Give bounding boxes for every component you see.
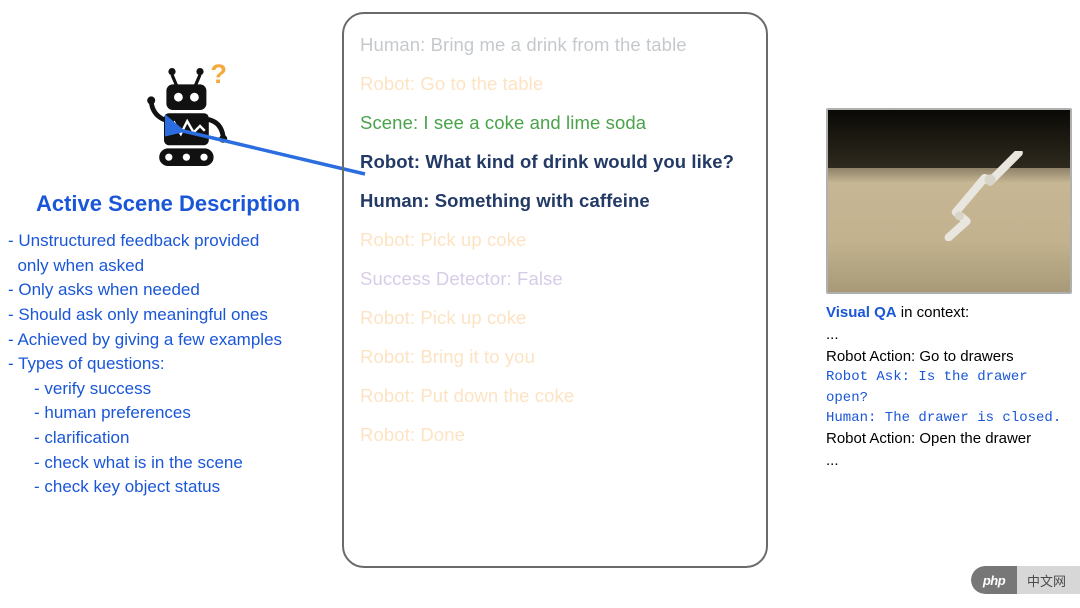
bullet-list: - Unstructured feedback provided only wh… [8,229,328,500]
sub-1: - verify success [8,377,328,402]
line-robot-putdown: Robot: Put down the coke [360,385,750,407]
line-robot-pickup2: Robot: Pick up coke [360,307,750,329]
bullet-5: - Types of questions: [8,352,328,377]
bullet-1a: - Unstructured feedback provided [8,229,328,254]
robot-ask: Robot Ask: Is the drawer open? [826,367,1074,408]
line-robot-bring: Robot: Bring it to you [360,346,750,368]
robot-arm-icon [936,151,1026,241]
robot-action-1: Robot Action: Go to drawers [826,346,1074,368]
scene-photo [826,108,1072,294]
line-human-request: Human: Bring me a drink from the table [360,34,750,56]
dialog-panel: Human: Bring me a drink from the table R… [342,12,768,568]
sub-2: - human preferences [8,401,328,426]
sub-3: - clarification [8,426,328,451]
sub-5: - check key object status [8,475,328,500]
sub-4: - check what is in the scene [8,451,328,476]
php-logo: php [971,566,1017,594]
line-scene: Scene: I see a coke and lime soda [360,112,750,134]
bullet-4: - Achieved by giving a few examples [8,328,328,353]
line-robot-pickup1: Robot: Pick up coke [360,229,750,251]
line-success-detector: Success Detector: False [360,268,750,290]
active-scene-heading: Active Scene Description [8,191,328,217]
dots-2: ... [826,450,1074,472]
human-reply: Human: The drawer is closed. [826,408,1074,428]
visual-qa-caption: Visual QA in context: ... Robot Action: … [826,302,1074,472]
line-robot-done: Robot: Done [360,424,750,446]
visual-qa-label: Visual QA [826,304,897,321]
robot-action-2: Robot Action: Open the drawer [826,428,1074,450]
right-column: Visual QA in context: ... Robot Action: … [826,108,1074,472]
line-robot-ask: Robot: What kind of drink would you like… [360,151,750,173]
site-name: 中文网 [1017,566,1080,594]
line-robot-goto: Robot: Go to the table [360,73,750,95]
bullet-3: - Should ask only meaningful ones [8,303,328,328]
bullet-1b: only when asked [8,254,328,279]
site-watermark: php 中文网 [971,566,1080,594]
dots-1: ... [826,324,1074,346]
line-human-answer: Human: Something with caffeine [360,190,750,212]
in-context-text: in context: [897,304,970,321]
svg-text:?: ? [210,62,227,89]
bullet-2: - Only asks when needed [8,278,328,303]
